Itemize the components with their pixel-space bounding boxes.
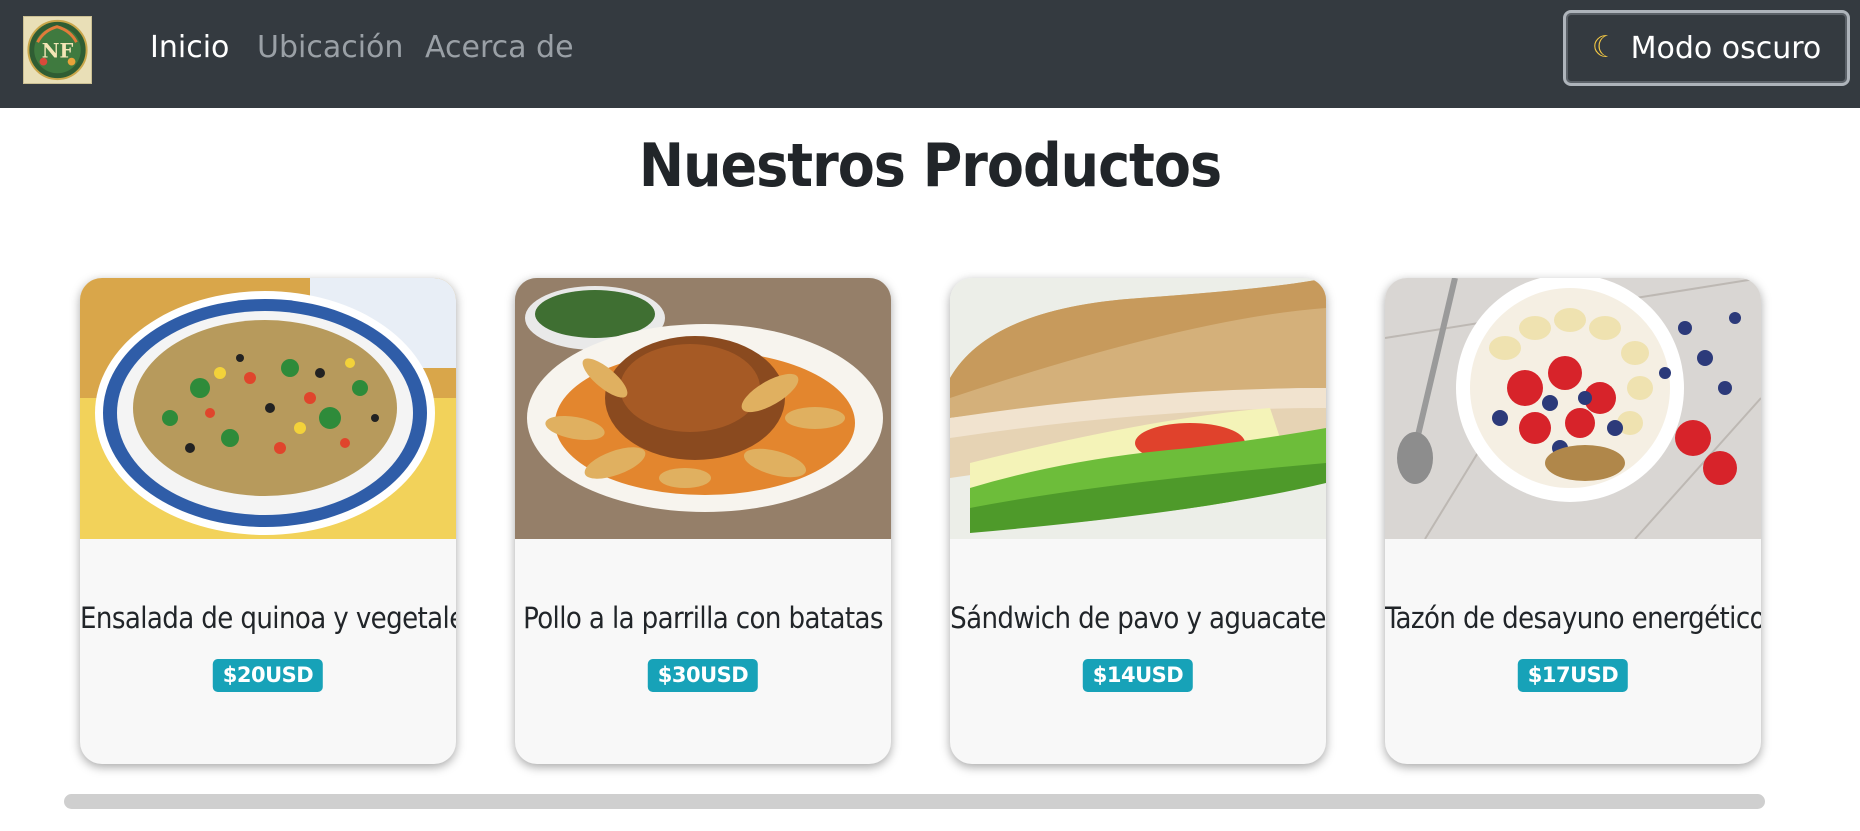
product-name: Sándwich de pavo y aguacate: [950, 601, 1326, 635]
product-card[interactable]: Pollo a la parrilla con batatas $30USD: [515, 278, 891, 764]
nav-link-ubicacion[interactable]: Ubicación: [257, 28, 403, 68]
moon-icon: ☾: [1591, 30, 1619, 65]
product-name: Tazón de desayuno energético: [1385, 601, 1761, 635]
page-title: Nuestros Productos: [638, 131, 1222, 201]
navbar: NF Inicio Ubicación Acerca de ☾ Modo osc…: [0, 0, 1860, 108]
dark-mode-label: Modo oscuro: [1630, 30, 1822, 66]
horizontal-scrollbar[interactable]: [64, 794, 1765, 809]
grilled-chicken-image: [515, 278, 891, 539]
dark-mode-toggle-button[interactable]: ☾ Modo oscuro: [1563, 10, 1850, 86]
quinoa-salad-image: [80, 278, 456, 539]
product-card[interactable]: Ensalada de quinoa y vegetales $20USD: [80, 278, 456, 764]
price-badge: $14USD: [1082, 659, 1194, 692]
breakfast-bowl-image: [1385, 278, 1761, 539]
price-badge: $17USD: [1517, 659, 1629, 692]
price-badge: $30USD: [647, 659, 759, 692]
nav-link-inicio[interactable]: Inicio: [150, 28, 229, 68]
nav-link-acerca-de[interactable]: Acerca de: [425, 28, 574, 68]
logo-emblem-icon: NF: [27, 19, 88, 81]
product-name: Pollo a la parrilla con batatas: [523, 601, 883, 635]
logo-lettering: NF: [42, 40, 74, 63]
price-badge: $20USD: [212, 659, 324, 692]
turkey-sandwich-image: [950, 278, 1326, 539]
product-name: Ensalada de quinoa y vegetales: [80, 601, 456, 635]
product-card[interactable]: Tazón de desayuno energético $17USD: [1385, 278, 1761, 764]
brand-logo[interactable]: NF: [23, 16, 92, 84]
product-card[interactable]: Sándwich de pavo y aguacate $14USD: [950, 278, 1326, 764]
